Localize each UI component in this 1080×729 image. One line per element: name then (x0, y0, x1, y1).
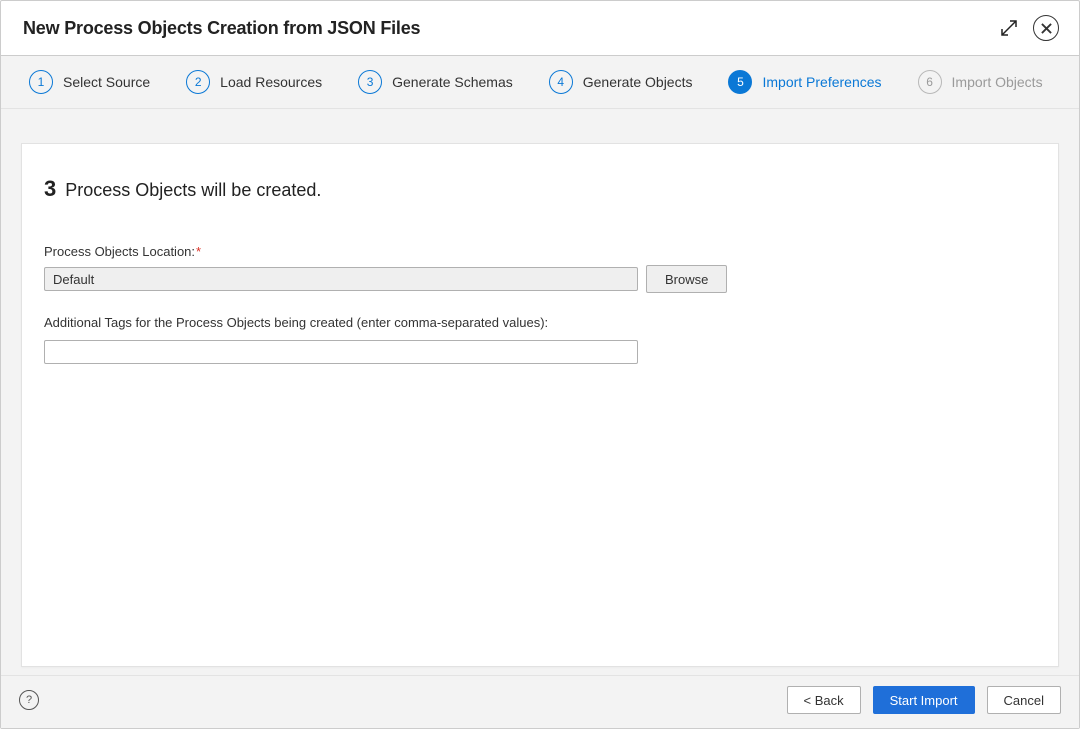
location-input[interactable] (44, 267, 638, 291)
step-select-source[interactable]: 1 Select Source (29, 70, 150, 94)
content-area: 3 Process Objects will be created. Proce… (1, 109, 1079, 675)
close-button[interactable] (1033, 15, 1059, 41)
help-button[interactable]: ? (19, 690, 39, 710)
title-actions (999, 15, 1059, 41)
tags-block: Additional Tags for the Process Objects … (44, 315, 1036, 364)
step-number: 6 (918, 70, 942, 94)
stepper: 1 Select Source 2 Load Resources 3 Gener… (1, 56, 1079, 109)
step-generate-objects[interactable]: 4 Generate Objects (549, 70, 693, 94)
location-label: Process Objects Location:* (44, 244, 1036, 259)
step-generate-schemas[interactable]: 3 Generate Schemas (358, 70, 513, 94)
footer: ? < Back Start Import Cancel (1, 675, 1079, 728)
tags-label: Additional Tags for the Process Objects … (44, 315, 1036, 330)
step-load-resources[interactable]: 2 Load Resources (186, 70, 322, 94)
step-label: Generate Schemas (392, 74, 513, 90)
cancel-button[interactable]: Cancel (987, 686, 1061, 714)
back-button[interactable]: < Back (787, 686, 861, 714)
summary-text: Process Objects will be created. (65, 180, 321, 200)
step-label: Load Resources (220, 74, 322, 90)
step-label: Import Objects (952, 74, 1043, 90)
step-number: 4 (549, 70, 573, 94)
step-label: Generate Objects (583, 74, 693, 90)
required-marker: * (196, 244, 201, 259)
object-count: 3 (44, 176, 56, 201)
wizard-dialog: New Process Objects Creation from JSON F… (0, 0, 1080, 729)
titlebar: New Process Objects Creation from JSON F… (1, 1, 1079, 56)
summary-line: 3 Process Objects will be created. (44, 176, 1036, 202)
maximize-icon[interactable] (999, 18, 1019, 38)
panel: 3 Process Objects will be created. Proce… (21, 143, 1059, 667)
help-icon: ? (26, 694, 32, 706)
step-label: Select Source (63, 74, 150, 90)
step-number: 2 (186, 70, 210, 94)
tags-input[interactable] (44, 340, 638, 364)
start-import-button[interactable]: Start Import (873, 686, 975, 714)
step-number: 3 (358, 70, 382, 94)
close-icon (1041, 23, 1052, 34)
dialog-title: New Process Objects Creation from JSON F… (23, 18, 420, 39)
browse-button[interactable]: Browse (646, 265, 727, 293)
step-label: Import Preferences (762, 74, 881, 90)
step-import-preferences[interactable]: 5 Import Preferences (728, 70, 881, 94)
step-import-objects: 6 Import Objects (918, 70, 1043, 94)
step-number: 1 (29, 70, 53, 94)
location-block: Process Objects Location:* Browse (44, 244, 1036, 293)
footer-actions: < Back Start Import Cancel (787, 686, 1062, 714)
step-number: 5 (728, 70, 752, 94)
